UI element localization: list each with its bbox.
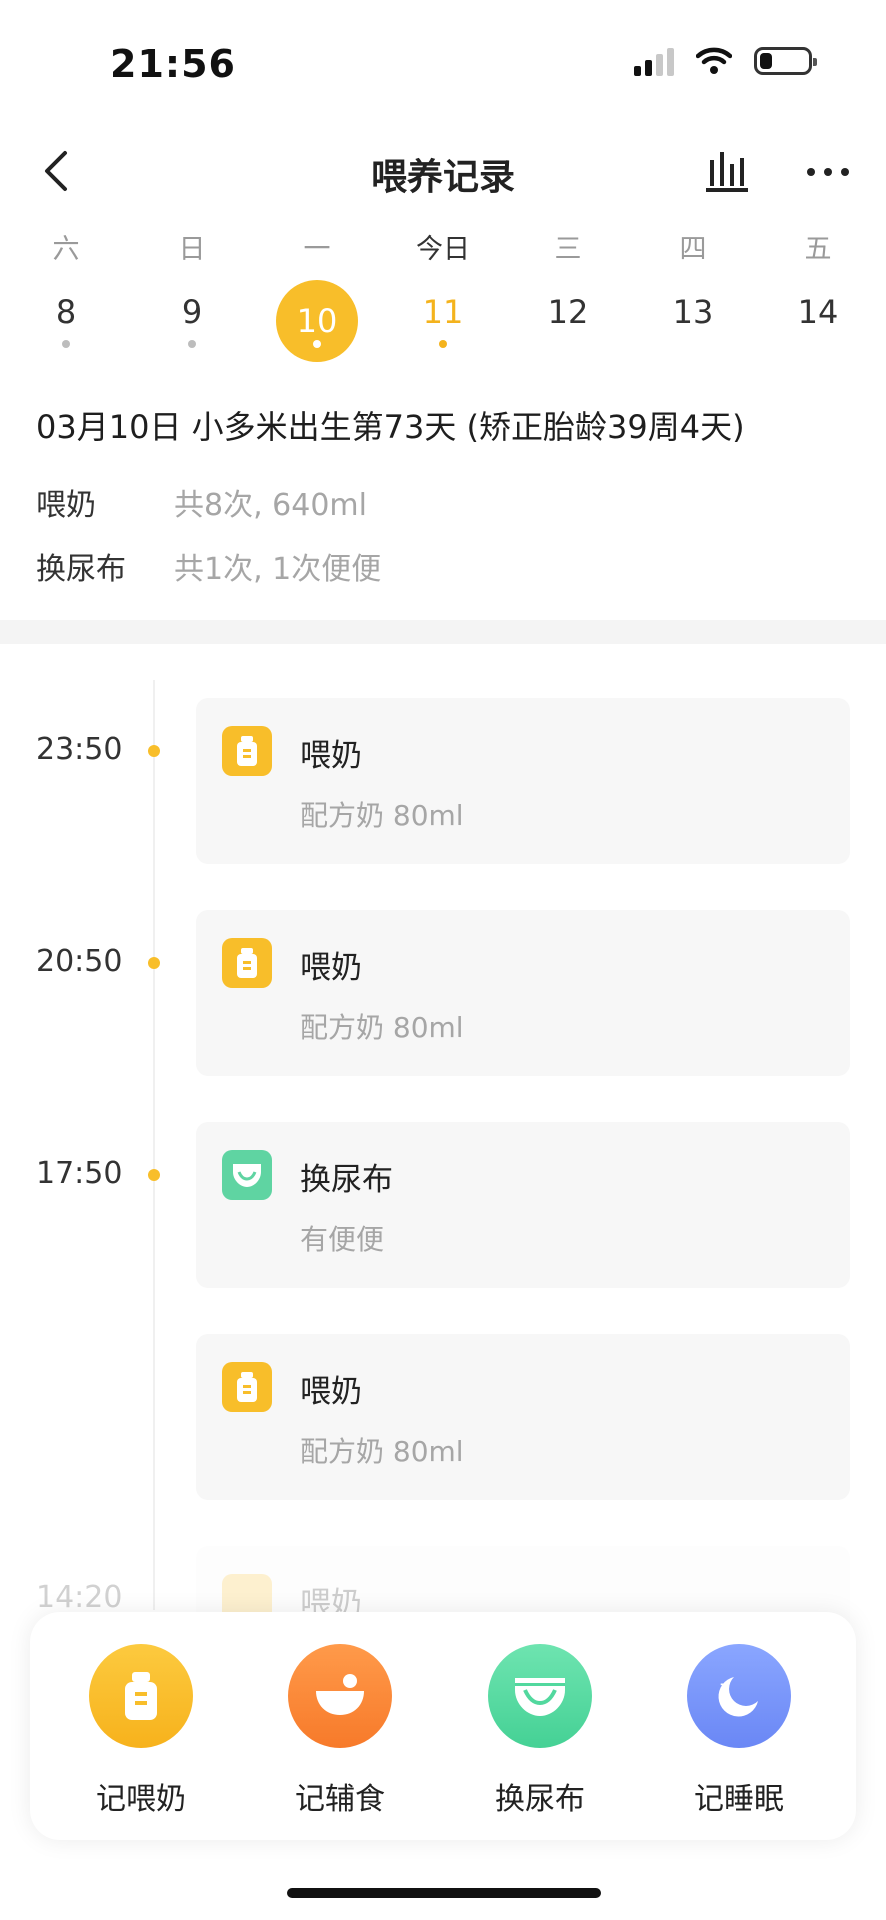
more-button[interactable] [796,148,860,196]
date-number: 14 [797,293,839,331]
record-detail: 有便便 [300,1223,385,1256]
cellular-signal-icon [634,46,674,76]
add-food-button[interactable]: 记辅食 [240,1644,440,1818]
record-detail: 配方奶 80ml [300,1011,464,1044]
timeline-line [153,680,155,1610]
calendar-day[interactable]: 五 14 [768,230,868,374]
calendar-day[interactable]: 六 8 [16,230,116,374]
record-title: 喂奶 [300,1374,362,1410]
record-title: 喂奶 [300,950,362,986]
record-title: 喂奶 [300,738,362,774]
action-label: 记睡眠 [694,1782,784,1817]
record-dot [188,340,196,348]
record-detail: 配方奶 80ml [300,799,464,832]
add-sleep-button[interactable]: z 记睡眠 [639,1644,839,1818]
date-number: 13 [672,293,714,331]
summary-value: 共8次, 640ml [174,488,367,523]
date-number: 9 [181,293,203,331]
nav-bar: 喂养记录 [0,130,886,210]
action-label: 记辅食 [295,1782,385,1817]
bottle-icon [222,938,272,988]
record-card-feeding[interactable]: 喂奶 配方奶 80ml [196,910,850,1076]
entry-time: 14:20 [36,1580,123,1615]
week-calendar: 六 8 日 9 一 10 今日 11 三 12 四 13 五 14 [0,230,886,362]
record-dot [313,340,321,348]
moon-icon: z [687,1644,791,1748]
more-icon [807,168,815,176]
date-number: 8 [55,293,77,331]
action-label: 记喂奶 [96,1782,186,1817]
calendar-day[interactable]: 日 9 [142,230,242,374]
timeline-dot [148,745,160,757]
battery-level [760,53,772,69]
record-card-feeding[interactable]: 喂奶 配方奶 80ml [196,1334,850,1500]
weekday-label: 今日 [416,234,470,265]
bottle-icon [89,1644,193,1748]
record-dot [439,340,447,348]
weekday-label: 一 [303,234,331,265]
weekday-label: 四 [679,234,707,265]
quick-action-bar: 记喂奶 记辅食 换尿布 z 记睡眠 [30,1612,856,1840]
calendar-day[interactable]: 四 13 [643,230,743,374]
entry-time: 17:50 [36,1156,123,1191]
bowl-icon [288,1644,392,1748]
calendar-day-today[interactable]: 今日 11 [393,230,493,374]
weekday-label: 六 [52,234,80,265]
bottle-icon [222,1362,272,1412]
status-time: 21:56 [110,42,236,86]
day-summary-title: 03月10日 小多米出生第73天 (矫正胎龄39周4天) [36,408,745,446]
entry-time: 20:50 [36,944,123,979]
battery-icon [754,47,817,75]
wifi-icon [696,47,732,74]
summary-label: 喂奶 [36,488,96,523]
section-divider [0,620,886,644]
timeline-dot [148,957,160,969]
summary-row-diaper: 换尿布 共1次, 1次便便 [36,544,381,588]
record-title: 换尿布 [300,1162,393,1198]
diaper-icon [222,1150,272,1200]
record-dot [62,340,70,348]
record-card-diaper[interactable]: 换尿布 有便便 [196,1122,850,1288]
add-diaper-button[interactable]: 换尿布 [440,1644,640,1818]
record-detail: 配方奶 80ml [300,1435,464,1468]
action-label: 换尿布 [495,1782,585,1817]
summary-value: 共1次, 1次便便 [174,552,382,587]
calendar-day[interactable]: 三 12 [518,230,618,374]
timeline-dot [148,1169,160,1181]
weekday-label: 五 [804,234,832,265]
svg-text:z: z [720,1680,728,1695]
bar-chart-icon [706,152,748,192]
calendar-day-selected[interactable]: 一 10 [267,230,367,362]
date-number: 11 [422,293,464,331]
date-number: 10 [296,302,338,340]
faded-entry: 14:20 喂奶 [0,1540,886,1712]
bottle-icon [222,726,272,776]
weekday-label: 日 [178,234,206,265]
weekday-label: 三 [554,234,582,265]
status-bar: 21:56 [0,0,886,120]
add-feeding-button[interactable]: 记喂奶 [41,1644,241,1818]
statistics-button[interactable] [700,148,756,196]
summary-label: 换尿布 [36,552,126,587]
record-card-feeding[interactable]: 喂奶 配方奶 80ml [196,698,850,864]
home-indicator[interactable] [287,1888,601,1898]
summary-row-feeding: 喂奶 共8次, 640ml [36,480,367,524]
entry-time: 23:50 [36,732,123,767]
date-number: 12 [547,293,589,331]
status-icons [634,46,817,76]
diaper-icon [488,1644,592,1748]
